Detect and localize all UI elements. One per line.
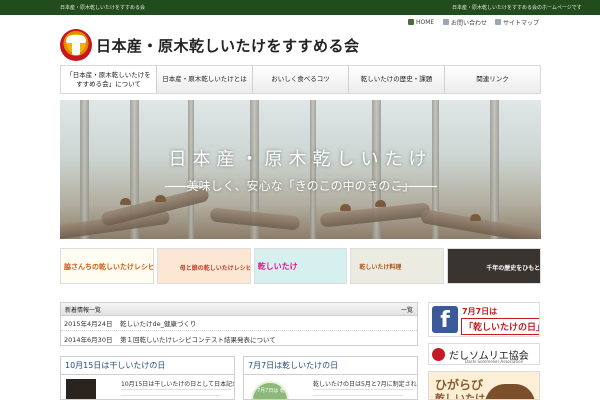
facebook-banner-line2: 「乾しいたけの日」 [461,318,539,335]
nav-item-label: 関連リンク [476,75,509,83]
banner-label: 乾しいたけ料理 [359,264,402,271]
top-bar-text: 日本産・原木乾しいたけをすすめる会 [60,5,146,11]
mushroom [375,200,386,207]
card-text: 10月15日は干しいたけの日として日本記念日協会に登録されています。 [121,381,234,388]
contact-link[interactable]: お問い合わせ [443,17,487,27]
association-subtitle: Dashi Sommelier Association [465,359,524,364]
news-list: 2015年4月24日 乾しいたけde_健康づくり 2014年6月30日 第１回乾… [61,316,417,346]
news-title[interactable]: 第１回乾しいたけレシピコンテスト結果発表について [120,334,276,344]
nav-item-links[interactable]: 関連リンク [445,66,540,93]
banner-history[interactable]: 千年の歴史をひもとく [447,248,541,284]
facebook-banner-line1: 7月7日は [462,307,498,316]
news-item[interactable]: 2014年6月30日 第１回乾しいたけレシピコンテスト結果発表について [61,331,417,346]
mushroom-icon [485,384,535,399]
banner-dishes[interactable]: 乾しいたけ料理 [350,248,445,284]
news-heading: 新着情報一覧 [65,306,102,314]
news-list-link[interactable]: 一覧 [401,305,413,314]
banner-label: 千年の歴史をひもとく [486,265,541,272]
mushroom [340,204,351,211]
text-line [313,389,413,390]
top-bar-description: 日本産・原木乾しいたけをすすめる会のホームページです [452,5,582,11]
banner-shiitake[interactable]: 乾しいたけ [253,248,348,284]
news-title[interactable]: 乾しいたけde_健康づくり [120,318,196,328]
feature-card-oct15: 10月15日は干しいたけの日 10月15日は干しいたけの日として日本記念日協会に… [60,356,235,400]
mushroom [120,198,131,205]
banner-label: 母と娘の乾しいたけレシピ [179,265,251,272]
dashi-sommelier-banner[interactable]: だしソムリエ協会 Dashi Sommelier Association [428,343,540,365]
hero-title: 日本産・原木乾しいたけ [168,149,433,170]
nav-item-history[interactable]: 乾しいたけの歴史・課題 [349,66,445,93]
nav-item-what-is[interactable]: 日本産・原木乾しいたけとは [157,66,253,93]
mail-icon [443,19,449,25]
main-nav: 「日本産・原木乾しいたけを すすめる会」について 日本産・原木乾しいたけとは お… [60,65,541,94]
higarabi-subtitle: 乾しいたけ [435,394,485,400]
home-icon [408,19,414,25]
news-date: 2014年6月30日 [64,335,113,344]
site-logo-icon[interactable] [60,29,92,61]
hero-subtitle: 美味しく、安心な「きのこの中のきのこ」 [186,179,415,193]
nav-item-about[interactable]: 「日本産・原木乾しいたけを すすめる会」について [61,66,157,93]
news-panel: 新着情報一覧 一覧 2015年4月24日 乾しいたけde_健康づくり 2014年… [60,302,418,346]
banner-mother-daughter-recipe[interactable]: 母と娘の乾しいたけレシピ [156,248,251,284]
site-title[interactable]: 日本産・原木乾しいたけをすすめる会 [96,35,360,56]
news-date: 2015年4月24日 [64,320,113,328]
thumbnail-label: 7月7日は 乾しいたけの日 [257,388,315,394]
news-header: 新着情報一覧 一覧 [61,303,417,316]
nav-item-label: おいしく食べるコツ [271,75,330,83]
banner-label: 乾しいたけ [257,262,298,271]
sitemap-icon [495,19,501,25]
nav-item-tips[interactable]: おいしく食べるコツ [253,66,349,93]
higarabi-banner[interactable]: ひがらび 乾しいたけ [428,371,540,400]
home-link[interactable]: HOME [408,17,434,27]
nav-item-label: 「日本産・原木乾しいたけを すすめる会」について [66,70,151,88]
top-bar: 日本産・原木乾しいたけをすすめる会 日本産・原木乾しいたけをすすめる会のホームペ… [0,0,600,15]
card-thumbnail[interactable]: 7月7日は 乾しいたけの日 [247,379,315,399]
text-line [313,395,403,396]
home-link-label: HOME [416,18,435,26]
nav-item-label: 乾しいたけの歴史・課題 [360,75,433,83]
sitemap-link-label: サイトマップ [503,19,540,27]
banner-label: 脇さんちの乾しいたけレシピ [64,263,154,271]
facebook-icon: f [432,306,458,333]
mushroom [155,195,166,202]
banner-waki-recipe[interactable]: 脇さんちの乾しいたけレシピ [60,248,154,284]
news-item[interactable]: 2015年4月24日 乾しいたけde_健康づくり [61,316,417,331]
banner-row: 脇さんちの乾しいたけレシピ 母と娘の乾しいたけレシピ 乾しいたけ 乾しいたけ料理… [60,248,541,284]
mushroom [470,214,481,221]
feature-card-jul7: 7月7日は乾しいたけの日 7月7日は 乾しいたけの日 乾しいたけの日は5月と7月… [243,356,418,400]
text-line [121,395,221,396]
card-text: 乾しいたけの日は5月と7月に制定されています。 [313,381,417,388]
nav-item-label: 日本産・原木乾しいたけとは [162,75,247,83]
association-logo-icon [432,348,445,361]
card-heading[interactable]: 10月15日は干しいたけの日 [61,357,234,375]
text-line [121,389,231,390]
contact-link-label: お問い合わせ [451,19,488,27]
hero-banner: 日本産・原木乾しいたけ 美味しく、安心な「きのこの中のきのこ」 [60,100,541,239]
card-heading[interactable]: 7月7日は乾しいたけの日 [244,357,417,375]
card-thumbnail[interactable] [66,379,96,399]
sitemap-link[interactable]: サイトマップ [495,17,539,27]
facebook-banner[interactable]: f 7月7日は 「乾しいたけの日」 [428,302,540,337]
